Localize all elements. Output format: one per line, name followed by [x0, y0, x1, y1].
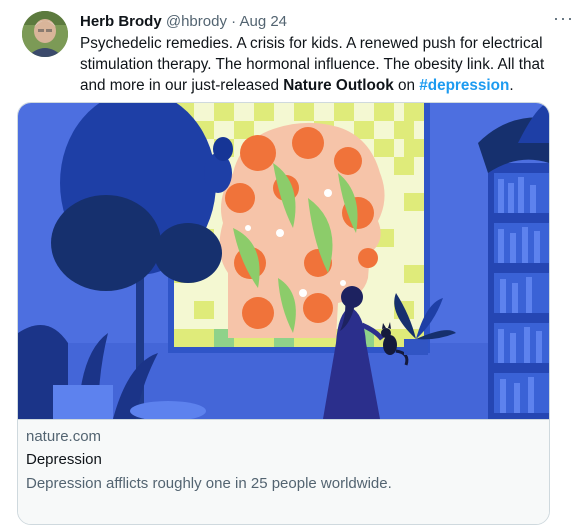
card-domain: nature.com: [26, 428, 102, 445]
author-handle[interactable]: @hbrody: [166, 13, 227, 30]
card-title: Depression: [26, 451, 102, 468]
tweet-date[interactable]: Aug 24: [239, 13, 287, 30]
card-description: Depression afflicts roughly one in 25 pe…: [26, 475, 392, 492]
author-name[interactable]: Herb Brody: [80, 13, 162, 30]
link-card[interactable]: nature.com Depression Depression afflict…: [17, 102, 550, 525]
tweet-header: Herb Brody @hbrody · Aug 24: [80, 12, 287, 32]
tweet-text-part: on: [393, 77, 420, 94]
tweet-text-part: .: [509, 77, 514, 94]
more-options-icon[interactable]: ···: [553, 8, 574, 29]
nature-outlook-link[interactable]: Nature Outlook: [283, 77, 393, 94]
tweet-text: Psychedelic remedies. A crisis for kids.…: [80, 33, 570, 96]
bookshelf: [478, 103, 549, 419]
card-info[interactable]: nature.com Depression Depression afflict…: [18, 419, 549, 524]
avatar[interactable]: [22, 11, 68, 57]
hashtag-link[interactable]: #depression: [419, 77, 509, 94]
separator-dot: ·: [231, 13, 237, 30]
tweet: Herb Brody @hbrody · Aug 24 ··· Psychede…: [0, 0, 579, 528]
card-illustration: [18, 103, 549, 419]
